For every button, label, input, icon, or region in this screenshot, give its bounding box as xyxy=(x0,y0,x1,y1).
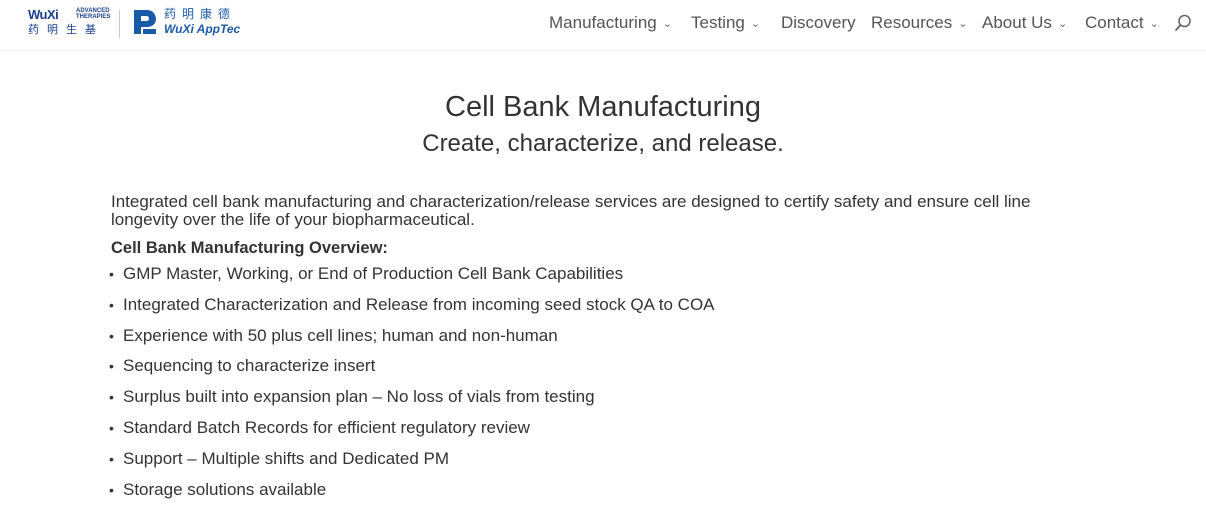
nav-item-resources[interactable]: Resources ⌄ xyxy=(871,13,967,34)
page-title: Cell Bank Manufacturing xyxy=(445,91,761,123)
list-item-text: Standard Batch Records for efficient reg… xyxy=(123,417,530,437)
apptec-mark-icon xyxy=(134,10,156,34)
wuxi-apptec-logo[interactable]: 药明康德 WuXi AppTec xyxy=(132,8,242,40)
chevron-down-icon: ⌄ xyxy=(1149,18,1159,30)
bullet-icon: • xyxy=(109,296,114,313)
logo-chinese: 药明生基 xyxy=(28,24,104,36)
nav-item-about-us[interactable]: About Us ⌄ xyxy=(982,13,1067,34)
list-item-text: Surplus built into expansion plan – No l… xyxy=(123,387,595,407)
page-subtitle: Create, characterize, and release. xyxy=(422,130,784,157)
nav-item-contact[interactable]: Contact ⌄ xyxy=(1085,13,1159,34)
nav-item-discovery[interactable]: Discovery xyxy=(781,13,856,33)
list-item-text: Sequencing to characterize insert xyxy=(123,356,376,376)
list-item-text: Storage solutions available xyxy=(123,479,327,499)
list-item: • Sequencing to characterize insert xyxy=(109,354,715,385)
chevron-down-icon: ⌄ xyxy=(1057,18,1068,30)
nav-label: Discovery xyxy=(781,13,856,32)
bullet-icon: • xyxy=(109,327,114,344)
list-item-text: Experience with 50 plus cell lines; huma… xyxy=(123,325,558,345)
nav-label: Contact xyxy=(1085,13,1144,32)
wuxi-advanced-therapies-logo[interactable]: WuXi ADVANCED THERAPIES 药明生基 xyxy=(28,8,110,40)
bullet-icon: • xyxy=(109,450,114,467)
nav-label: Testing xyxy=(691,13,745,32)
nav-label: Manufacturing xyxy=(549,13,657,32)
apptec-name: WuXi AppTec xyxy=(164,22,241,36)
chevron-down-icon: ⌄ xyxy=(662,18,672,30)
nav-label: About Us xyxy=(982,13,1052,32)
site-header: WuXi ADVANCED THERAPIES 药明生基 药明康德 WuXi A… xyxy=(0,0,1206,50)
bullet-icon: • xyxy=(109,266,114,282)
nav-item-testing[interactable]: Testing ⌄ xyxy=(691,13,760,34)
intro-paragraph: Integrated cell bank manufacturing and c… xyxy=(111,192,1031,229)
list-item: • Standard Batch Records for efficient re… xyxy=(109,416,715,447)
apptec-chinese: 药明康德 xyxy=(164,7,237,21)
nav-label: Resources xyxy=(871,13,953,32)
chevron-down-icon: ⌄ xyxy=(958,18,968,30)
list-item: • GMP Master, Working, or End of Producti… xyxy=(109,262,715,293)
logo-divider xyxy=(119,10,120,38)
search-icon[interactable] xyxy=(1174,14,1192,32)
bullet-icon: • xyxy=(109,419,114,436)
bullet-icon: • xyxy=(109,358,114,375)
logo-tagline: ADVANCED THERAPIES xyxy=(76,8,110,20)
list-item-text: Integrated Characterization and Release … xyxy=(123,294,715,314)
list-item: • Surplus built into expansion plan – No … xyxy=(109,385,715,416)
overview-heading: Cell Bank Manufacturing Overview: xyxy=(111,239,388,257)
list-item: • Experience with 50 plus cell lines; hum… xyxy=(109,324,715,355)
list-item: • Support – Multiple shifts and Dedicated… xyxy=(109,447,715,478)
list-item: • Storage solutions available xyxy=(109,478,715,509)
chevron-down-icon: ⌄ xyxy=(750,18,761,30)
nav-item-manufacturing[interactable]: Manufacturing ⌄ xyxy=(549,13,672,34)
logo-tag-line2: THERAPIES xyxy=(76,14,111,20)
list-item: • Integrated Characterization and Release… xyxy=(109,293,715,324)
capabilities-list: • GMP Master, Working, or End of Producti… xyxy=(109,262,715,508)
bullet-icon: • xyxy=(109,481,114,498)
list-item-text: GMP Master, Working, or End of Productio… xyxy=(123,264,624,283)
list-item-text: Support – Multiple shifts and Dedicated … xyxy=(123,448,450,468)
bullet-icon: • xyxy=(109,389,114,406)
